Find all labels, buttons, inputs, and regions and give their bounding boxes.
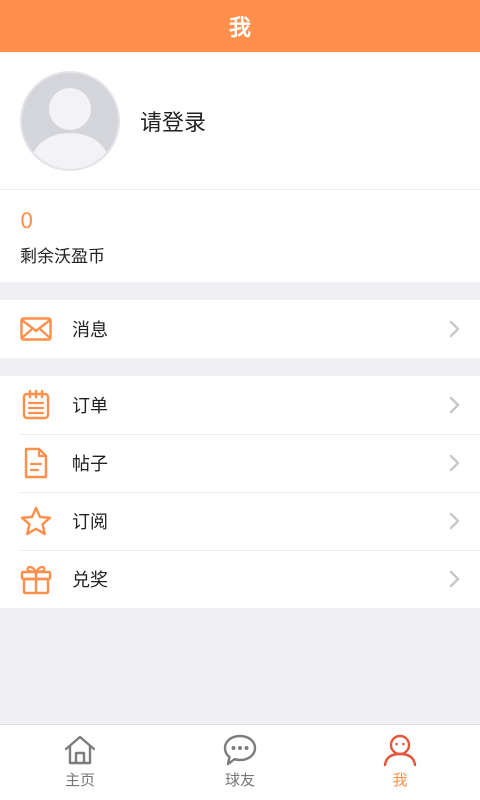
tab-label: 球友 — [224, 771, 255, 789]
login-prompt[interactable]: 请登录 — [140, 105, 206, 137]
chevron-right-icon — [449, 512, 460, 530]
chevron-right-icon — [449, 320, 460, 338]
chevron-right-icon — [449, 396, 460, 414]
home-icon — [64, 735, 96, 765]
person-icon — [383, 734, 417, 767]
tab-label: 主页 — [64, 771, 95, 789]
default-avatar-icon[interactable] — [20, 70, 120, 171]
menu-group-messages: 消息 — [0, 300, 480, 358]
menu-item-label: 帖子 — [72, 454, 108, 475]
menu-group-main: 订单 帖子 订阅 兑奖 — [0, 376, 480, 608]
menu-item-subscriptions[interactable]: 订阅 — [0, 492, 480, 550]
chevron-right-icon — [449, 570, 460, 588]
section-gap — [0, 282, 480, 300]
envelope-icon — [20, 313, 52, 345]
tab-me[interactable]: 我 — [320, 725, 480, 800]
star-icon — [20, 505, 52, 537]
top-bar: 我 — [0, 0, 480, 52]
menu-item-rewards[interactable]: 兑奖 — [0, 550, 480, 608]
app-root: 我 请登录 0 剩余沃盈币 消息 订单 帖子 订阅 兑奖 主页 球友 我 — [0, 0, 480, 800]
section-gap — [0, 358, 480, 376]
menu-item-orders[interactable]: 订单 — [0, 376, 480, 434]
coin-balance-section: 0 剩余沃盈币 — [0, 190, 480, 282]
menu-item-label: 消息 — [72, 320, 108, 341]
tab-friends[interactable]: 球友 — [160, 725, 320, 800]
menu-item-posts[interactable]: 帖子 — [0, 434, 480, 492]
document-icon — [20, 447, 52, 479]
chat-bubble-icon — [223, 734, 257, 766]
chevron-right-icon — [449, 454, 460, 472]
menu-item-label: 订单 — [72, 396, 108, 417]
menu-item-label: 订阅 — [72, 512, 108, 533]
menu-item-label: 兑奖 — [72, 570, 108, 591]
menu-item-messages[interactable]: 消息 — [0, 300, 480, 358]
tab-home[interactable]: 主页 — [0, 725, 160, 800]
profile-section[interactable]: 请登录 — [0, 52, 480, 190]
page-title: 我 — [228, 16, 251, 41]
tab-label: 我 — [392, 771, 408, 789]
calendar-list-icon — [20, 389, 52, 421]
coin-balance-label: 剩余沃盈币 — [20, 247, 105, 267]
gift-icon — [20, 563, 52, 595]
coin-balance-value: 0 — [20, 209, 34, 233]
bottom-tab-bar: 主页 球友 我 — [0, 724, 480, 800]
